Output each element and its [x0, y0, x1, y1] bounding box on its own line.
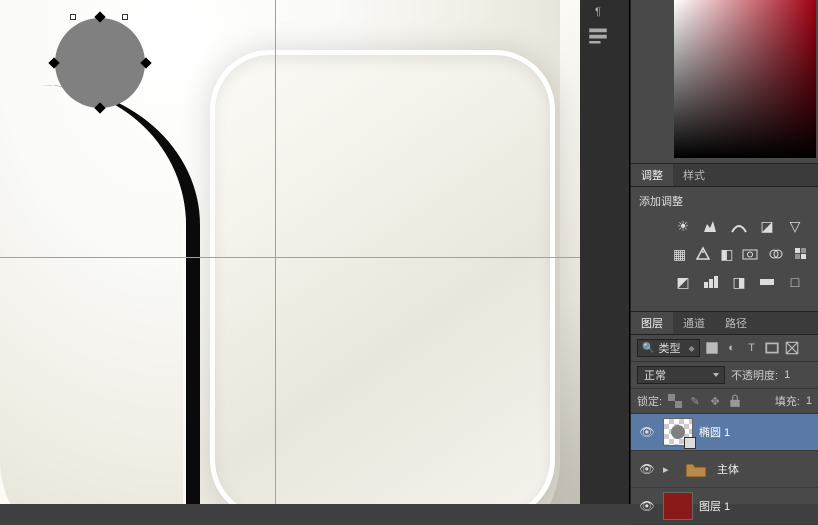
layer-item-solid[interactable]: 👁 图层 1 — [631, 488, 818, 525]
filter-pixel-icon[interactable] — [704, 340, 720, 356]
filter-type-icon[interactable]: T — [744, 340, 760, 356]
visibility-toggle[interactable]: 👁 — [637, 499, 657, 513]
invert-icon[interactable]: ◩ — [673, 273, 693, 291]
threshold-icon[interactable]: ◨ — [729, 273, 749, 291]
panel-dock-strip — [580, 0, 630, 504]
lock-label: 锁定: — [637, 393, 662, 409]
color-balance-icon[interactable] — [694, 245, 712, 263]
lock-all-icon[interactable] — [728, 394, 742, 408]
guide-vertical[interactable] — [275, 0, 276, 504]
layers-panel: 图层 通道 路径 🔍 类型 ◆ ◐ T 正常 不透明度: 1 锁定: — [631, 311, 818, 525]
layers-tabs: 图层 通道 路径 — [631, 312, 818, 335]
paragraph-dock-icon[interactable]: ¶ — [588, 4, 608, 20]
bezier-handle[interactable] — [70, 14, 76, 20]
thumbnail-shape — [671, 425, 685, 439]
layer-item-ellipse[interactable]: 👁 椭圆 1 — [631, 414, 818, 451]
blend-mode-select[interactable]: 正常 — [637, 366, 725, 384]
layer-name[interactable]: 主体 — [717, 461, 739, 477]
layer-item-group[interactable]: 👁 ▸ 主体 — [631, 451, 818, 488]
levels-icon[interactable] — [701, 217, 721, 235]
color-lookup-icon[interactable] — [793, 245, 811, 263]
fill-label[interactable]: 填充: — [775, 393, 800, 409]
group-disclosure[interactable]: ▸ — [663, 463, 675, 476]
tab-layers[interactable]: 图层 — [631, 312, 673, 334]
layer-name[interactable]: 椭圆 1 — [699, 424, 730, 440]
filter-smart-icon[interactable] — [784, 340, 800, 356]
adjustments-body: 添加调整 ☀ ◪ ▽ ▦ ◧ ◩ ◨ □ — [631, 187, 818, 311]
tab-channels[interactable]: 通道 — [673, 312, 715, 334]
blend-opacity-row: 正常 不透明度: 1 — [631, 362, 818, 389]
tab-styles[interactable]: 样式 — [673, 164, 715, 186]
black-white-icon[interactable]: ◧ — [720, 245, 733, 263]
brightness-contrast-icon[interactable]: ☀ — [673, 217, 693, 235]
posterize-icon[interactable] — [701, 273, 721, 291]
artwork-stroke — [0, 85, 200, 504]
tab-adjustments[interactable]: 调整 — [631, 164, 673, 186]
lock-position-icon[interactable]: ✥ — [708, 394, 722, 408]
lock-transparent-icon[interactable] — [668, 394, 682, 408]
color-picker-panel — [631, 0, 818, 163]
lock-fill-row: 锁定: ✎ ✥ 填充: 1 — [631, 389, 818, 414]
tab-paths[interactable]: 路径 — [715, 312, 757, 334]
visibility-toggle[interactable]: 👁 — [637, 425, 657, 439]
layer-filter-bar: 🔍 类型 ◆ ◐ T — [631, 335, 818, 362]
layer-list: 👁 椭圆 1 👁 ▸ 主体 👁 图层 1 — [631, 414, 818, 525]
artwork-panel-shape — [210, 50, 555, 504]
fill-value[interactable]: 1 — [806, 395, 812, 407]
lock-paint-icon[interactable]: ✎ — [688, 394, 702, 408]
vibrance-icon[interactable]: ▽ — [785, 217, 805, 235]
exposure-icon[interactable]: ◪ — [757, 217, 777, 235]
canvas[interactable] — [0, 0, 580, 504]
gradient-map-icon[interactable] — [757, 273, 777, 291]
selected-ellipse-shape[interactable] — [55, 18, 145, 108]
adjustments-title: 添加调整 — [639, 193, 810, 209]
filter-adjust-icon[interactable]: ◐ — [724, 340, 740, 356]
hue-sat-icon[interactable]: ▦ — [673, 245, 686, 263]
channel-mixer-icon[interactable] — [767, 245, 785, 263]
selective-color-icon[interactable]: □ — [785, 273, 805, 291]
layer-thumbnail[interactable] — [681, 455, 711, 483]
layer-filter-select[interactable]: 🔍 类型 ◆ — [637, 339, 700, 357]
visibility-toggle[interactable]: 👁 — [637, 462, 657, 476]
search-icon: 🔍 — [642, 343, 654, 354]
adjustments-tabs: 调整 样式 — [631, 163, 818, 187]
opacity-value[interactable]: 1 — [784, 369, 790, 381]
vector-mask-badge — [684, 437, 696, 449]
curves-icon[interactable] — [729, 217, 749, 235]
photo-filter-icon[interactable] — [741, 245, 759, 263]
filter-label: 类型 — [658, 340, 680, 356]
opacity-label[interactable]: 不透明度: — [731, 367, 778, 383]
layer-name[interactable]: 图层 1 — [699, 498, 730, 514]
panel-column: 调整 样式 添加调整 ☀ ◪ ▽ ▦ ◧ ◩ ◨ □ 图层 — [630, 0, 818, 504]
bezier-handle[interactable] — [122, 14, 128, 20]
character-dock-icon[interactable] — [588, 28, 608, 44]
layer-thumbnail[interactable] — [663, 418, 693, 446]
guide-horizontal[interactable] — [0, 257, 580, 258]
blend-mode-value: 正常 — [644, 367, 666, 383]
filter-shape-icon[interactable] — [764, 340, 780, 356]
layer-thumbnail[interactable] — [663, 492, 693, 520]
color-field[interactable] — [674, 0, 816, 158]
